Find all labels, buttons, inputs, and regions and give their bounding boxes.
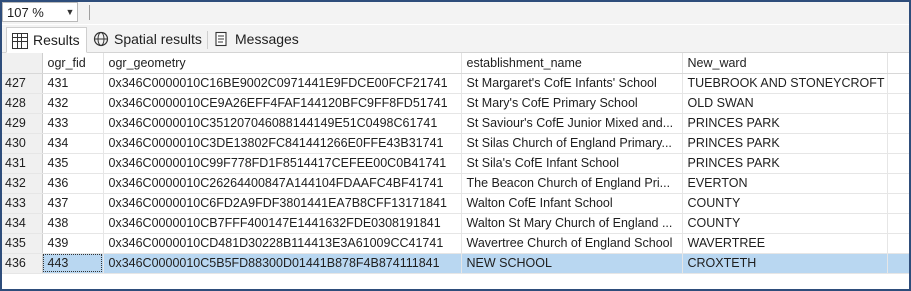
cell-ogr-geometry[interactable]: 0x346C0000010C26264400847A144104FDAAFC4B… (103, 173, 462, 194)
cell-ogr-fid[interactable]: 432 (42, 93, 104, 114)
column-header-ogr-fid[interactable]: ogr_fid (42, 53, 104, 74)
empty-header-space (887, 53, 909, 74)
row-number[interactable]: 433 (2, 193, 43, 214)
row-number[interactable]: 430 (2, 133, 43, 154)
table-row[interactable]: 436 443 0x346C0000010C5B5FD88300D01441B878… (2, 253, 909, 274)
cell-establishment-name[interactable]: St Margaret's CofE Infants' School (461, 73, 683, 94)
column-header-ogr-geometry[interactable]: ogr_geometry (103, 53, 462, 74)
cell-establishment-name[interactable]: NEW SCHOOL (461, 253, 683, 274)
empty-row-space (887, 153, 909, 174)
cell-new-ward[interactable]: WAVERTREE (682, 233, 888, 254)
cell-ogr-geometry[interactable]: 0x346C0000010C16BE9002C0971441E9FDCE00FC… (103, 73, 462, 94)
table-row[interactable]: 433 437 0x346C0000010C6FD2A9FDF3801441EA7B… (2, 193, 909, 214)
empty-row-space (887, 253, 909, 274)
row-header-corner[interactable] (2, 53, 43, 74)
cell-new-ward[interactable]: OLD SWAN (682, 93, 888, 114)
cell-establishment-name[interactable]: Wavertree Church of England School (461, 233, 683, 254)
grid-icon (12, 33, 28, 49)
cell-establishment-name[interactable]: St Mary's CofE Primary School (461, 93, 683, 114)
tab-results-label: Results (33, 32, 80, 48)
table-row[interactable]: 429 433 0x346C0000010C351207046088144149E5… (2, 113, 909, 134)
cell-establishment-name[interactable]: St Saviour's CofE Junior Mixed and... (461, 113, 683, 134)
table-row[interactable]: 431 435 0x346C0000010C99F778FD1F8514417CEF… (2, 153, 909, 174)
cell-ogr-fid[interactable]: 437 (42, 193, 104, 214)
empty-row-space (887, 113, 909, 134)
cell-new-ward[interactable]: CROXTETH (682, 253, 888, 274)
table-row[interactable]: 428 432 0x346C0000010CE9A26EFF4FAF144120BF… (2, 93, 909, 114)
cell-ogr-fid[interactable]: 443 (42, 253, 104, 274)
chevron-down-icon[interactable]: ▼ (63, 7, 77, 17)
cell-new-ward[interactable]: TUEBROOK AND STONEYCROFT (682, 73, 888, 94)
cell-ogr-geometry[interactable]: 0x346C0000010CB7FFF400147E1441632FDE0308… (103, 213, 462, 234)
column-header-new-ward[interactable]: New_ward (682, 53, 888, 74)
row-number[interactable]: 434 (2, 213, 43, 234)
tab-spatial-results[interactable]: Spatial results (88, 27, 208, 51)
cell-ogr-fid[interactable]: 435 (42, 153, 104, 174)
tab-divider (207, 31, 208, 49)
empty-row-space (887, 73, 909, 94)
zoom-dropdown[interactable]: 107 % ▼ (2, 2, 78, 22)
cell-ogr-geometry[interactable]: 0x346C0000010C3DE13802FC841441266E0FFE43… (103, 133, 462, 154)
column-header-establishment-name[interactable]: establishment_name (461, 53, 683, 74)
tab-spatial-results-label: Spatial results (114, 31, 202, 47)
cell-ogr-geometry[interactable]: 0x346C0000010C351207046088144149E51C0498… (103, 113, 462, 134)
tab-messages-label: Messages (235, 31, 299, 47)
cell-establishment-name[interactable]: St Silas Church of England Primary... (461, 133, 683, 154)
empty-row-space (887, 233, 909, 254)
table-row[interactable]: 430 434 0x346C0000010C3DE13802FC841441266E… (2, 133, 909, 154)
zoom-bar: 107 % ▼ (2, 2, 909, 24)
cell-ogr-geometry[interactable]: 0x346C0000010CD481D30228B114413E3A61009C… (103, 233, 462, 254)
row-number[interactable]: 428 (2, 93, 43, 114)
cell-establishment-name[interactable]: Walton CofE Infant School (461, 193, 683, 214)
table-row[interactable]: 432 436 0x346C0000010C26264400847A144104FD… (2, 173, 909, 194)
results-tabstrip: Results Spatial results Messages (2, 25, 909, 53)
cell-new-ward[interactable]: PRINCES PARK (682, 133, 888, 154)
zoom-value: 107 % (7, 4, 44, 20)
cell-ogr-geometry[interactable]: 0x346C0000010C99F778FD1F8514417CEFEE00C0… (103, 153, 462, 174)
cell-new-ward[interactable]: EVERTON (682, 173, 888, 194)
cell-ogr-geometry[interactable]: 0x346C0000010C6FD2A9FDF3801441EA7B8CFF13… (103, 193, 462, 214)
query-results-window: 107 % ▼ Results Spatial results Messages… (0, 0, 911, 291)
cell-establishment-name[interactable]: St Sila's CofE Infant School (461, 153, 683, 174)
row-number[interactable]: 429 (2, 113, 43, 134)
cell-ogr-geometry[interactable]: 0x346C0000010C5B5FD88300D01441B878F4B874… (103, 253, 462, 274)
cell-ogr-fid[interactable]: 436 (42, 173, 104, 194)
row-number[interactable]: 432 (2, 173, 43, 194)
table-row[interactable]: 427 431 0x346C0000010C16BE9002C0971441E9FD… (2, 73, 909, 94)
row-number[interactable]: 427 (2, 73, 43, 94)
cell-ogr-fid[interactable]: 433 (42, 113, 104, 134)
cell-ogr-fid[interactable]: 434 (42, 133, 104, 154)
cell-new-ward[interactable]: COUNTY (682, 213, 888, 234)
cell-establishment-name[interactable]: The Beacon Church of England Pri... (461, 173, 683, 194)
empty-row-space (887, 193, 909, 214)
cell-ogr-fid[interactable]: 438 (42, 213, 104, 234)
row-number[interactable]: 431 (2, 153, 43, 174)
row-number[interactable]: 436 (2, 253, 43, 274)
toolbar-divider (89, 5, 90, 20)
empty-row-space (887, 213, 909, 234)
cell-ogr-fid[interactable]: 431 (42, 73, 104, 94)
table-row[interactable]: 434 438 0x346C0000010CB7FFF400147E1441632F… (2, 213, 909, 234)
results-table: ogr_fid ogr_geometry establishment_name … (2, 53, 909, 274)
tab-messages[interactable]: Messages (209, 27, 305, 51)
empty-row-space (887, 173, 909, 194)
cell-new-ward[interactable]: PRINCES PARK (682, 113, 888, 134)
cell-ogr-fid[interactable]: 439 (42, 233, 104, 254)
table-row[interactable]: 435 439 0x346C0000010CD481D30228B114413E3A… (2, 233, 909, 254)
tab-results[interactable]: Results (6, 27, 87, 53)
cell-new-ward[interactable]: PRINCES PARK (682, 153, 888, 174)
messages-icon (214, 31, 230, 47)
empty-row-space (887, 133, 909, 154)
header-row: ogr_fid ogr_geometry establishment_name … (2, 53, 909, 74)
empty-row-space (887, 93, 909, 114)
cell-establishment-name[interactable]: Walton St Mary Church of England ... (461, 213, 683, 234)
cell-ogr-geometry[interactable]: 0x346C0000010CE9A26EFF4FAF144120BFC9FF8F… (103, 93, 462, 114)
cell-new-ward[interactable]: COUNTY (682, 193, 888, 214)
row-number[interactable]: 435 (2, 233, 43, 254)
results-grid[interactable]: ogr_fid ogr_geometry establishment_name … (2, 53, 909, 274)
globe-icon (93, 31, 109, 47)
